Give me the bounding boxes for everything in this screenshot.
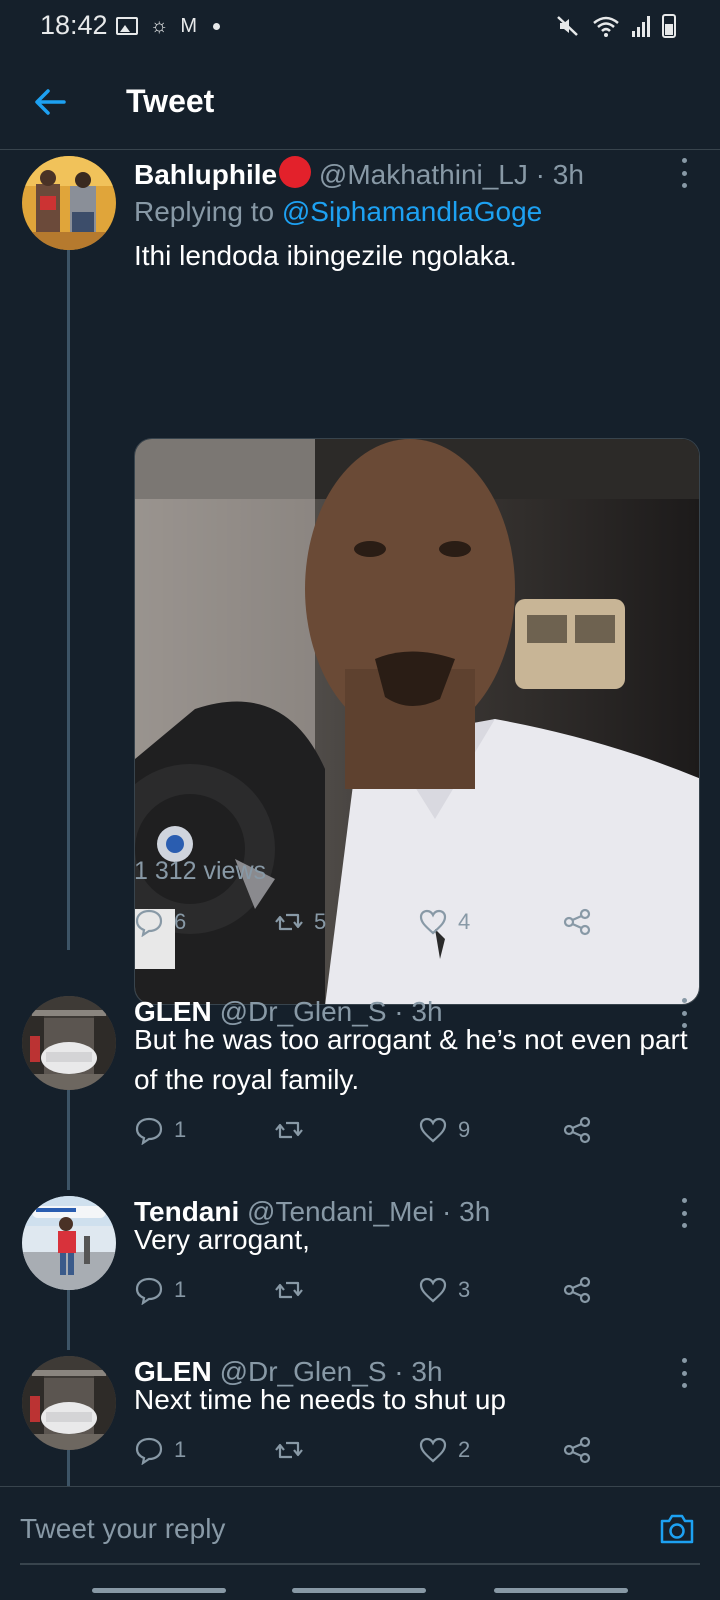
thread-line [67, 250, 70, 950]
eye-notification-icon: ☼ [150, 15, 169, 37]
nav-recents-pill[interactable] [92, 1588, 226, 1593]
retweet-icon [275, 1281, 303, 1299]
like-button[interactable]: 2 [418, 1430, 470, 1470]
retweet-button[interactable] [274, 1110, 314, 1150]
thread-line [67, 1086, 70, 1190]
share-button[interactable] [562, 1270, 592, 1310]
reply-tweet[interactable]: GLEN @Dr_Glen_S · 3h But he was too arro… [0, 990, 720, 1190]
system-icons [556, 14, 676, 38]
avatar[interactable] [22, 1356, 116, 1450]
nav-home-pill[interactable] [292, 1588, 426, 1593]
retweet-button[interactable]: 5 [274, 902, 326, 942]
tweet-text: Next time he needs to shut up [134, 1384, 506, 1415]
more-icon[interactable] [676, 158, 692, 188]
avatar[interactable] [22, 156, 116, 250]
reply-tweet[interactable]: Tendani @Tendani_Mei · 3h Very arrogant,… [0, 1190, 720, 1350]
back-arrow-icon[interactable] [30, 82, 70, 122]
thread-line [67, 1286, 70, 1350]
like-count: 2 [458, 1437, 471, 1462]
reply-input[interactable]: Tweet your reply [20, 1487, 700, 1565]
status-time: 18:42 [40, 10, 108, 40]
like-button[interactable]: 9 [418, 1110, 470, 1150]
retweet-icon [275, 1121, 303, 1139]
retweet-icon [275, 1441, 303, 1459]
red-circle-emoji-icon [279, 156, 312, 188]
tweet-actions: 1 9 [134, 1110, 614, 1150]
status-bar: 18:42 ☼ M [0, 0, 720, 54]
tweet-actions: 1 2 [134, 1430, 614, 1470]
reply-button[interactable]: 1 [134, 1270, 186, 1310]
share-icon [563, 1116, 591, 1144]
top-app-bar: Tweet [0, 54, 720, 150]
reply-icon [135, 909, 163, 937]
tweet-text: Ithi lendoda ibingezile ngolaka. [134, 240, 517, 271]
more-notifications-dot-icon [213, 22, 221, 30]
reply-button[interactable]: 1 [134, 1110, 186, 1150]
reply-icon [135, 1277, 163, 1305]
tweet-text: Very arrogant, [134, 1224, 310, 1255]
wifi-icon [593, 16, 619, 37]
mail-notification-icon: M [180, 15, 198, 37]
reply-icon [135, 1437, 163, 1465]
replying-to: Replying to @SiphamandlaGoge [134, 196, 542, 228]
reply-icon [135, 1117, 163, 1145]
retweet-button[interactable] [274, 1270, 314, 1310]
reply-button[interactable]: 6 [134, 902, 186, 942]
tweet-page: 18:42 ☼ M Tweet Bahluphile @Makhathini_L… [0, 0, 720, 1600]
reply-composer: Tweet your reply [0, 1486, 720, 1600]
mute-icon [557, 16, 578, 36]
share-icon [563, 1276, 591, 1304]
like-count: 9 [458, 1117, 471, 1142]
like-button[interactable]: 3 [418, 1270, 470, 1310]
reply-tweet[interactable]: GLEN @Dr_Glen_S · 3h Next time he needs … [0, 1350, 720, 1486]
avatar[interactable] [22, 1196, 116, 1290]
tweet-text: But he was too arrogant & he’s not even … [134, 1024, 688, 1095]
battery-icon [662, 14, 676, 38]
like-icon [419, 1117, 447, 1143]
retweet-count: 5 [314, 909, 327, 934]
reply-count: 1 [174, 1117, 187, 1142]
notification-icons: ☼ M [116, 14, 221, 38]
like-icon [419, 909, 447, 935]
like-count: 4 [458, 909, 471, 934]
tweet-actions: 1 3 [134, 1270, 614, 1310]
share-button[interactable] [562, 1430, 592, 1470]
like-icon [419, 1277, 447, 1303]
view-count: 1 312 views [134, 857, 267, 885]
tweet-header: Bahluphile @Makhathini_LJ · 3h [134, 156, 584, 191]
display-name[interactable]: Bahluphile [134, 159, 277, 190]
share-icon [563, 1436, 591, 1464]
share-button[interactable] [562, 1110, 592, 1150]
reply-count: 1 [174, 1437, 187, 1462]
reply-count: 6 [174, 909, 187, 934]
camera-icon[interactable] [658, 1511, 696, 1547]
nav-back-pill[interactable] [494, 1588, 628, 1593]
retweet-icon [275, 913, 303, 931]
share-button[interactable] [562, 902, 592, 942]
tweet-actions: 6 5 4 [134, 902, 614, 942]
page-title: Tweet [126, 83, 215, 119]
like-button[interactable]: 4 [418, 902, 470, 942]
replying-to-link[interactable]: @SiphamandlaGoge [282, 196, 542, 227]
retweet-button[interactable] [274, 1430, 314, 1470]
replying-to-prefix: Replying to [134, 196, 282, 227]
tweet-main[interactable]: Bahluphile @Makhathini_LJ · 3h Replying … [0, 150, 720, 1005]
signal-icon [632, 15, 650, 37]
handle-time: @Makhathini_LJ · 3h [318, 159, 584, 190]
reply-button[interactable]: 1 [134, 1430, 186, 1470]
like-icon [419, 1437, 447, 1463]
like-count: 3 [458, 1277, 471, 1302]
reply-count: 1 [174, 1277, 187, 1302]
share-icon [563, 908, 591, 936]
avatar[interactable] [22, 996, 116, 1090]
gallery-notification-icon [116, 17, 138, 35]
thread-line [67, 1446, 70, 1486]
